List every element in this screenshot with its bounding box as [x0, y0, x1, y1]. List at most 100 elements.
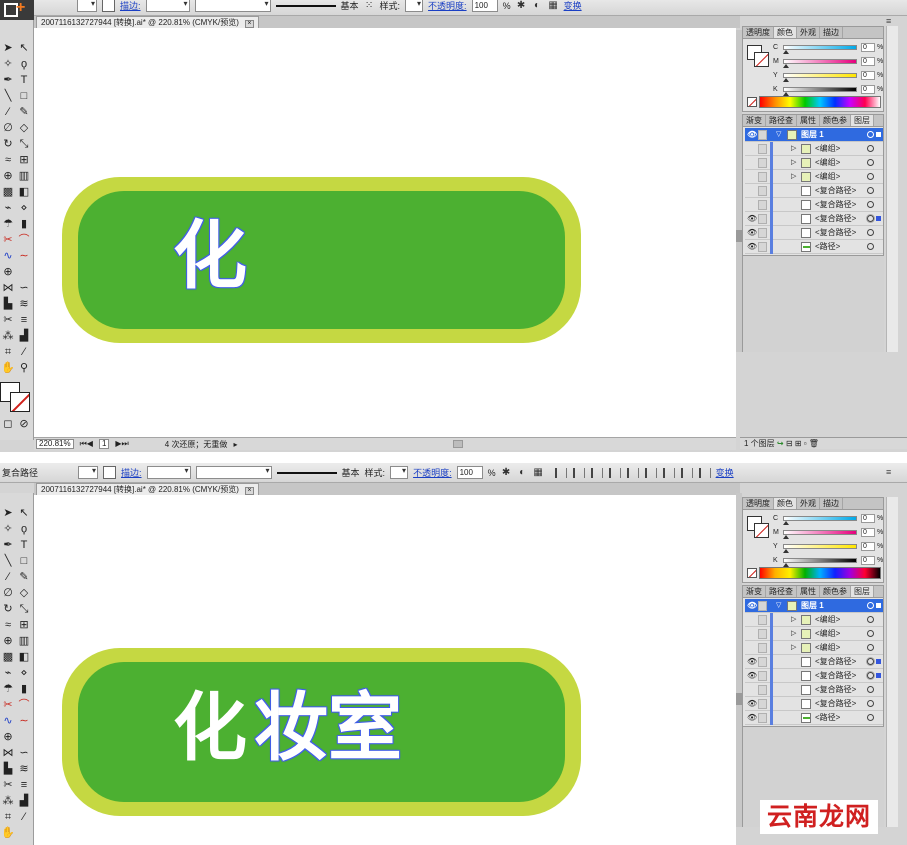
item-name[interactable]: <复合路径> [815, 683, 856, 696]
fill-stroke-swatches[interactable] [0, 382, 32, 414]
tab-attributes[interactable]: 属性 [797, 115, 820, 126]
sublayer-row[interactable]: ▷ <编组> [745, 613, 883, 627]
target-circle-icon[interactable] [867, 201, 874, 208]
next-page-icon[interactable]: ▶⏭ [115, 439, 128, 449]
item-name[interactable]: <复合路径> [815, 669, 856, 682]
opacity-input[interactable]: 100 [471, 0, 498, 12]
hand-tool-icon[interactable]: ⋈ [1, 747, 15, 760]
transform-link[interactable]: 变换 [716, 466, 734, 479]
target-circle-icon[interactable] [867, 700, 874, 707]
distribute-h-icon[interactable] [662, 467, 675, 478]
lock-toggle[interactable] [758, 158, 767, 168]
pen-tool-icon[interactable]: ✒ [1, 74, 15, 87]
transform-link[interactable]: 变换 [564, 0, 582, 12]
lock-toggle[interactable] [758, 713, 767, 723]
cyan-value[interactable]: 0 [861, 43, 875, 52]
tab-layers[interactable]: 图层 [851, 586, 874, 597]
stroke-style-label[interactable]: 基本 [341, 0, 359, 12]
selection-tool-icon[interactable]: ➤ [1, 42, 15, 55]
visibility-eye-icon[interactable]: 👁 [747, 672, 757, 680]
target-circle-icon[interactable] [867, 131, 874, 138]
distribute-v-icon[interactable] [680, 467, 693, 478]
spray-tool-icon[interactable]: ⁂ [1, 330, 15, 343]
selection-indicator[interactable] [876, 216, 881, 221]
free-transform-tool-icon[interactable]: ⊞ [17, 619, 31, 632]
knife-tool-icon[interactable]: ≋ [17, 763, 31, 776]
tab-transparency[interactable]: 透明度 [743, 27, 774, 38]
magic-wand-tool-icon[interactable]: ✧ [1, 523, 15, 536]
crop-tool-icon[interactable]: ⌗ [1, 346, 15, 359]
eraser-tool-icon[interactable]: ◇ [17, 587, 31, 600]
blob-brush-tool-icon[interactable]: ∅ [1, 122, 15, 135]
shape-builder-tool-icon[interactable]: ⊕ [1, 635, 15, 648]
item-name[interactable]: <复合路径> [815, 226, 856, 239]
layer-row-layer1[interactable]: 👁 ▽ 图层 1 [745, 599, 883, 613]
target-circle-icon[interactable] [867, 714, 874, 721]
paintbrush-tool-icon[interactable]: ∕ [1, 571, 15, 584]
new-layer-icon[interactable]: ▫ [804, 439, 807, 448]
item-name[interactable]: <编组> [815, 627, 840, 640]
recolor-icon[interactable]: ✱ [501, 467, 512, 478]
selection-indicator[interactable] [876, 659, 881, 664]
panel-menu-icon[interactable]: ≡ [886, 16, 891, 26]
tab-appearance[interactable]: 外观 [797, 27, 820, 38]
stroke-swatch-box[interactable] [10, 392, 30, 412]
sublayer-row[interactable]: 👁 <复合路径> [745, 226, 883, 240]
tab-pathfinder[interactable]: 路径查 [766, 586, 797, 597]
gradient-tool-icon[interactable]: ◧ [17, 651, 31, 664]
target-circle-icon[interactable] [867, 229, 874, 236]
isolate-icon[interactable]: ◐ [532, 0, 543, 11]
scale-tool-icon[interactable]: ⤡ [17, 603, 31, 616]
item-name[interactable]: <编组> [815, 142, 840, 155]
align-right-icon[interactable] [590, 467, 603, 478]
knife-tool-icon[interactable]: ≋ [17, 298, 31, 311]
eyedropper-tool-icon[interactable]: ⌁ [1, 202, 15, 215]
color-fill-stroke-chips[interactable] [747, 45, 769, 67]
tab-color-guide[interactable]: 颜色参 [820, 115, 851, 126]
sublayer-row[interactable]: 👁 <复合路径> [745, 697, 883, 711]
visibility-eye-icon[interactable]: 👁 [747, 714, 757, 722]
cyan-slider[interactable] [783, 516, 857, 521]
black-slider[interactable] [783, 558, 857, 563]
sublayer-row[interactable]: ▷ <编组> [745, 156, 883, 170]
delete-layer-icon[interactable]: 🗑 [809, 439, 819, 448]
target-circle-icon[interactable] [867, 602, 874, 609]
lock-toggle[interactable] [758, 214, 767, 224]
sublayer-row[interactable]: 👁 <路径> [745, 240, 883, 254]
lock-toggle[interactable] [758, 200, 767, 210]
brush-icon[interactable]: ⁙ [364, 0, 375, 11]
stroke-weight-dropdown[interactable] [146, 466, 191, 479]
lock-toggle[interactable] [758, 228, 767, 238]
blob-brush-tool-icon[interactable]: ∅ [1, 587, 15, 600]
direct-selection-tool-icon[interactable]: ↖ [17, 42, 31, 55]
artboard-canvas[interactable]: 化 妆室 [34, 495, 736, 845]
cyan-slider[interactable] [783, 45, 857, 50]
opacity-link[interactable]: 不透明度: [428, 0, 467, 12]
tab-color-guide[interactable]: 颜色参 [820, 586, 851, 597]
fill-dropdown[interactable] [77, 0, 97, 12]
align-center-icon[interactable] [572, 467, 585, 478]
lock-toggle[interactable] [758, 172, 767, 182]
new-sublayer-icon[interactable]: ⊞ [795, 439, 802, 448]
item-name[interactable]: <路径> [815, 711, 840, 724]
expand-icon[interactable]: ▷ [791, 641, 796, 654]
yellow-value[interactable]: 0 [861, 542, 875, 551]
magenta-value[interactable]: 0 [861, 57, 875, 66]
target-circle-icon[interactable] [867, 616, 874, 623]
rectangle-tool-icon[interactable]: □ [17, 90, 31, 103]
horizontal-scroll-thumb[interactable] [453, 440, 464, 448]
tab-color[interactable]: 颜色 [774, 498, 797, 509]
button-shape-inner[interactable] [78, 191, 565, 329]
sublayer-row[interactable]: 👁 <复合路径> [745, 669, 883, 683]
warp-tool-icon[interactable]: ≈ [1, 619, 15, 632]
chart-tool-icon[interactable]: ▙ [1, 298, 15, 311]
lock-toggle[interactable] [758, 615, 767, 625]
color-spectrum[interactable] [759, 96, 881, 108]
sublayer-row[interactable]: 👁 <复合路径> [745, 212, 883, 226]
pencil-tool-icon[interactable]: ✎ [17, 106, 31, 119]
slice-tool-icon[interactable]: ⌒ [17, 234, 31, 247]
tab-transparency[interactable]: 透明度 [743, 498, 774, 509]
visibility-eye-icon[interactable]: 👁 [747, 243, 757, 251]
mesh-tool-icon[interactable]: ▩ [1, 651, 15, 664]
visibility-eye-icon[interactable]: 👁 [747, 215, 757, 223]
